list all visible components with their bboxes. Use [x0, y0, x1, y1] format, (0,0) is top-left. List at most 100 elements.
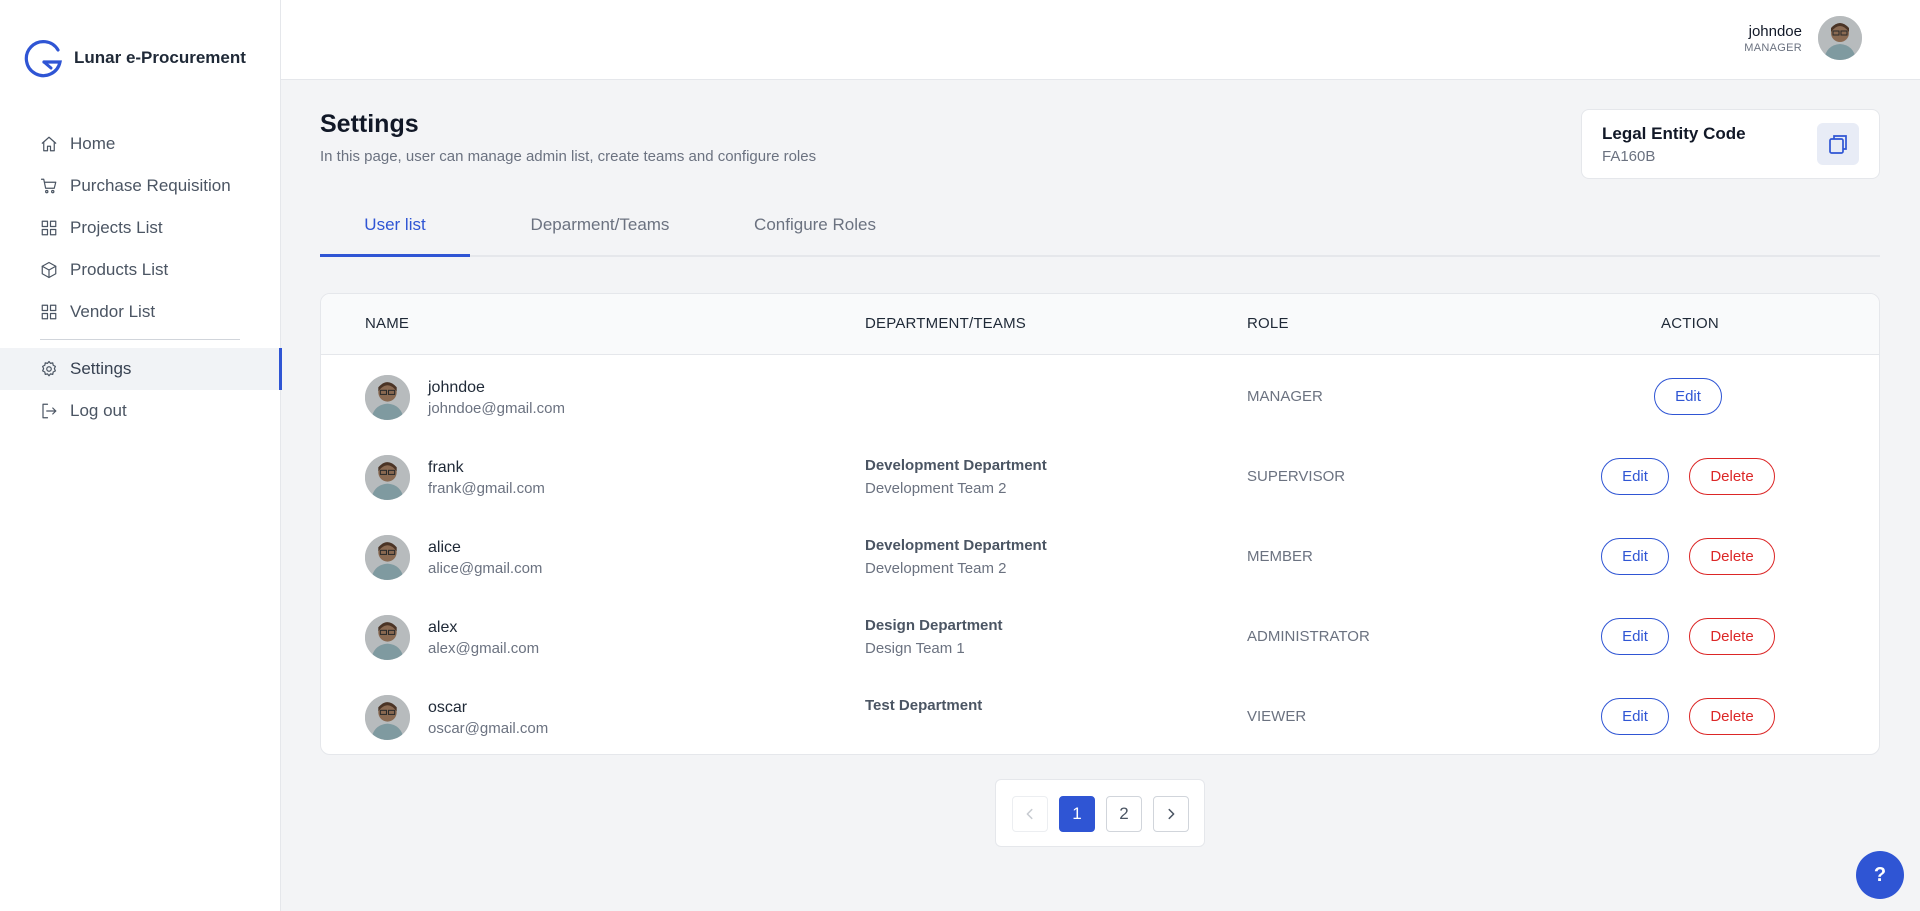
box-icon: [41, 261, 57, 279]
cart-icon: [40, 178, 57, 194]
column-header-department: DEPARTMENT/TEAMS: [865, 315, 1026, 332]
sidebar-item-vendor-list[interactable]: Vendor List: [0, 291, 281, 333]
sidebar-item-label: Products List: [70, 260, 169, 279]
department-name: Test Department: [865, 697, 983, 714]
delete-button[interactable]: Delete: [1689, 538, 1775, 575]
user-name: frank: [428, 458, 464, 476]
table-header: NAME DEPARTMENT/TEAMS ROLE ACTION: [321, 294, 1879, 355]
edit-button[interactable]: Edit: [1601, 618, 1669, 655]
legal-entity-label: Legal Entity Code: [1602, 124, 1746, 143]
user-menu[interactable]: johndoe MANAGER: [1744, 16, 1862, 60]
tab-user-list[interactable]: User list: [320, 215, 470, 257]
department-name: Design Department: [865, 617, 1003, 634]
team-name: Development Team 2: [865, 560, 1007, 577]
role-cell: MEMBER: [1247, 548, 1313, 565]
lunar-g-logo-icon: [24, 40, 62, 78]
department-cell: Development Department Development Team …: [865, 457, 1047, 497]
copy-icon: [1829, 135, 1847, 154]
table-row: alice alice@gmail.com Development Depart…: [321, 516, 1879, 596]
sidebar-item-products-list[interactable]: Products List: [0, 249, 281, 291]
legal-entity-code: FA160B: [1602, 148, 1656, 165]
pagination: 1 2: [995, 779, 1205, 847]
table-row: frank frank@gmail.com Development Depart…: [321, 436, 1879, 516]
table-row: alex alex@gmail.com Design Department De…: [321, 596, 1879, 676]
user-name: alice: [428, 538, 461, 556]
sidebar-item-projects-list[interactable]: Projects List: [0, 207, 281, 249]
role-cell: MANAGER: [1247, 388, 1323, 405]
sidebar-item-label: Log out: [70, 401, 127, 420]
role-cell: SUPERVISOR: [1247, 468, 1346, 485]
user-name: johndoe: [1748, 22, 1802, 40]
sidebar-divider: [40, 339, 240, 340]
avatar: [365, 695, 410, 740]
department-name: Development Department: [865, 457, 1047, 474]
user-cell: johndoe johndoe@gmail.com: [365, 375, 565, 420]
column-header-name: NAME: [365, 315, 410, 332]
prev-page-button[interactable]: [1012, 796, 1048, 832]
sidebar-item-settings[interactable]: Settings: [0, 348, 282, 390]
user-email: oscar@gmail.com: [428, 719, 549, 737]
avatar[interactable]: [1818, 16, 1862, 60]
user-role: MANAGER: [1744, 41, 1802, 54]
page-button-2[interactable]: 2: [1106, 796, 1142, 832]
sidebar-item-label: Vendor List: [70, 302, 156, 321]
user-email: frank@gmail.com: [428, 479, 545, 497]
delete-button[interactable]: Delete: [1689, 458, 1775, 495]
page-button-1[interactable]: 1: [1059, 796, 1095, 832]
grid-icon: [41, 304, 57, 320]
avatar: [365, 615, 410, 660]
user-name: alex: [428, 618, 458, 636]
delete-button[interactable]: Delete: [1689, 698, 1775, 735]
sidebar-item-label: Purchase Requisition: [70, 176, 231, 195]
user-email: alex@gmail.com: [428, 639, 540, 657]
grid-icon: [41, 220, 57, 236]
edit-button[interactable]: Edit: [1601, 538, 1669, 575]
user-cell: alex alex@gmail.com: [365, 615, 539, 660]
sidebar-item-home[interactable]: Home: [0, 123, 281, 165]
table-row: johndoe johndoe@gmail.com MANAGER Edit: [321, 356, 1879, 436]
sidebar: Lunar e-Procurement Home Purchase Requis…: [0, 0, 282, 911]
page-description: In this page, user can manage admin list…: [320, 148, 817, 165]
user-name: johndoe: [428, 378, 485, 396]
sidebar-nav: Home Purchase Requisition Projects List …: [0, 123, 282, 432]
sidebar-item-purchase-requisition[interactable]: Purchase Requisition: [0, 165, 281, 207]
delete-button[interactable]: Delete: [1689, 618, 1775, 655]
edit-button[interactable]: Edit: [1601, 698, 1669, 735]
brand[interactable]: Lunar e-Procurement: [24, 38, 246, 78]
role-cell: ADMINISTRATOR: [1247, 628, 1370, 645]
department-cell: Development Department Development Team …: [865, 537, 1047, 577]
sidebar-item-label: Projects List: [70, 218, 163, 237]
legal-entity-card: Legal Entity Code FA160B: [1581, 109, 1880, 179]
home-icon: [41, 136, 57, 152]
table-row: oscar oscar@gmail.com Test Department VI…: [321, 676, 1879, 754]
department-cell: Test Department: [865, 697, 982, 720]
department-name: Development Department: [865, 537, 1047, 554]
gear-icon: [42, 360, 56, 377]
column-header-action: ACTION: [1661, 315, 1719, 332]
top-bar: johndoe MANAGER: [281, 0, 1920, 80]
next-page-button[interactable]: [1153, 796, 1189, 832]
user-email: alice@gmail.com: [428, 559, 543, 577]
chevron-right-icon: [1168, 808, 1175, 820]
help-button[interactable]: ?: [1856, 851, 1904, 899]
avatar: [365, 535, 410, 580]
user-table: NAME DEPARTMENT/TEAMS ROLE ACTION johndo…: [320, 293, 1880, 755]
avatar: [365, 455, 410, 500]
tab-configure-roles[interactable]: Configure Roles: [745, 215, 885, 257]
user-cell: frank frank@gmail.com: [365, 455, 545, 500]
user-name: oscar: [428, 698, 468, 716]
user-info: johndoe MANAGER: [1744, 23, 1802, 54]
copy-button[interactable]: [1817, 123, 1859, 165]
user-cell: oscar oscar@gmail.com: [365, 695, 548, 740]
edit-button[interactable]: Edit: [1601, 458, 1669, 495]
logout-icon: [42, 403, 57, 419]
page-title: Settings: [320, 110, 419, 138]
chevron-left-icon: [1026, 808, 1033, 820]
settings-tabs: User list Deparment/Teams Configure Role…: [320, 203, 1880, 257]
edit-button[interactable]: Edit: [1654, 378, 1722, 415]
role-cell: VIEWER: [1247, 708, 1307, 725]
team-name: Development Team 2: [865, 480, 1007, 497]
avatar: [365, 375, 410, 420]
sidebar-item-logout[interactable]: Log out: [0, 390, 281, 432]
tab-department-teams[interactable]: Deparment/Teams: [520, 215, 680, 257]
